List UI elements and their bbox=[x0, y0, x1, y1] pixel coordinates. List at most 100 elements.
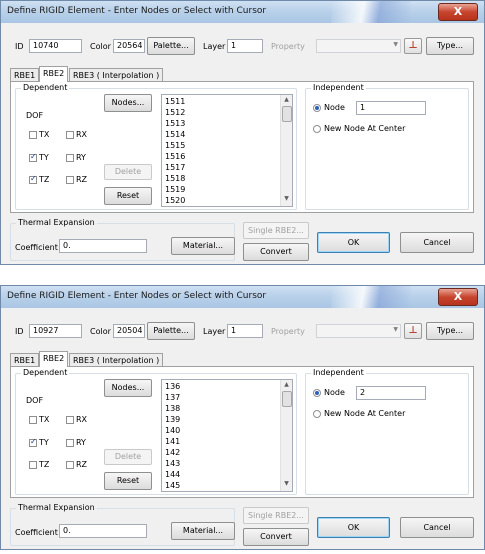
checkbox-ty[interactable]: TY bbox=[29, 152, 49, 162]
dof-label: DOF bbox=[26, 396, 44, 405]
list-item[interactable]: 1516 bbox=[165, 152, 185, 161]
nodes-button[interactable]: Nodes... bbox=[104, 379, 152, 397]
scroll-up-icon[interactable]: ▲ bbox=[281, 381, 292, 391]
list-item[interactable]: 1514 bbox=[165, 130, 185, 139]
new-node-at-center-radio[interactable]: New Node At Center bbox=[313, 124, 405, 133]
tab-rbe2[interactable]: RBE2 bbox=[39, 66, 69, 82]
single-rbe2-button[interactable]: Single RBE2... bbox=[243, 222, 309, 239]
tab-rbe3-interpolation[interactable]: RBE3 ( Interpolation ) bbox=[69, 68, 164, 82]
checkbox-rx[interactable]: RX bbox=[66, 415, 87, 424]
new-node-label: New Node At Center bbox=[324, 124, 406, 133]
single-rbe2-button[interactable]: Single RBE2... bbox=[243, 507, 309, 524]
list-item[interactable]: 144 bbox=[165, 470, 180, 479]
list-scrollbar[interactable]: ▲ ▼ bbox=[280, 380, 292, 491]
title-bar[interactable]: Define RIGID Element - Enter Nodes or Se… bbox=[1, 1, 484, 23]
cancel-button[interactable]: Cancel bbox=[400, 232, 474, 253]
ok-button[interactable]: OK bbox=[317, 232, 390, 253]
palette-button[interactable]: Palette... bbox=[147, 37, 195, 55]
thermal-expansion-label: Thermal Expansion bbox=[16, 503, 97, 512]
delete-button[interactable]: Delete bbox=[104, 164, 152, 180]
tab-rbe1[interactable]: RBE1 bbox=[10, 353, 40, 367]
independent-node-field[interactable]: 2 bbox=[356, 386, 426, 400]
ok-button[interactable]: OK bbox=[317, 517, 390, 538]
list-item[interactable]: 1513 bbox=[165, 119, 185, 128]
checkbox-ty[interactable]: TY bbox=[29, 437, 49, 447]
list-item[interactable]: 141 bbox=[165, 437, 180, 446]
node-radio[interactable]: Node bbox=[313, 103, 345, 112]
checkbox-rz[interactable]: RZ bbox=[66, 460, 87, 469]
material-button[interactable]: Material... bbox=[171, 237, 235, 255]
tab-rbe1[interactable]: RBE1 bbox=[10, 68, 40, 82]
dependent-node-list[interactable]: 136 137 138 139 140 141 142 143 144 145 … bbox=[161, 379, 293, 492]
list-item[interactable]: 139 bbox=[165, 415, 180, 424]
node-radio[interactable]: Node bbox=[313, 388, 345, 397]
dependent-node-list[interactable]: 1511 1512 1513 1514 1515 1516 1517 1518 … bbox=[161, 94, 293, 207]
list-item[interactable]: 1520 bbox=[165, 196, 185, 205]
tab-rbe3-interpolation[interactable]: RBE3 ( Interpolation ) bbox=[69, 353, 164, 367]
close-button[interactable]: X bbox=[438, 288, 478, 306]
checkbox-box bbox=[66, 130, 74, 139]
scroll-thumb[interactable] bbox=[282, 391, 292, 407]
convert-button[interactable]: Convert bbox=[243, 528, 309, 546]
close-button[interactable]: X bbox=[438, 3, 478, 21]
color-field[interactable]: 20564 bbox=[113, 39, 145, 53]
list-item[interactable]: 136 bbox=[165, 382, 180, 391]
tab-rbe2[interactable]: RBE2 bbox=[39, 351, 69, 367]
list-item[interactable]: 1511 bbox=[165, 97, 185, 106]
list-item[interactable]: 1515 bbox=[165, 141, 185, 150]
reset-button[interactable]: Reset bbox=[104, 472, 152, 490]
property-label: Property bbox=[271, 42, 305, 51]
scroll-down-icon[interactable]: ▼ bbox=[281, 195, 292, 205]
list-item[interactable]: 143 bbox=[165, 459, 180, 468]
cancel-button[interactable]: Cancel bbox=[400, 517, 474, 538]
type-button[interactable]: Type... bbox=[426, 37, 474, 55]
list-scrollbar[interactable]: ▲ ▼ bbox=[280, 95, 292, 206]
list-item[interactable]: 138 bbox=[165, 404, 180, 413]
palette-button[interactable]: Palette... bbox=[147, 322, 195, 340]
id-field[interactable]: 10740 bbox=[29, 39, 82, 53]
property-dropdown[interactable]: ▼ bbox=[316, 39, 401, 53]
list-item[interactable]: 140 bbox=[165, 426, 180, 435]
checkbox-ry[interactable]: RY bbox=[66, 438, 86, 447]
layer-field[interactable]: 1 bbox=[227, 39, 263, 53]
material-button[interactable]: Material... bbox=[171, 522, 235, 540]
color-field[interactable]: 20504 bbox=[113, 324, 145, 338]
convert-button[interactable]: Convert bbox=[243, 243, 309, 261]
layer-field[interactable]: 1 bbox=[227, 324, 263, 338]
independent-node-field[interactable]: 1 bbox=[356, 101, 426, 115]
nodes-button[interactable]: Nodes... bbox=[104, 94, 152, 112]
delete-button[interactable]: Delete bbox=[104, 449, 152, 465]
list-item[interactable]: 1519 bbox=[165, 185, 185, 194]
radio-dot bbox=[313, 124, 321, 133]
reset-button[interactable]: Reset bbox=[104, 187, 152, 205]
list-item[interactable]: 1512 bbox=[165, 108, 185, 117]
list-item[interactable]: 142 bbox=[165, 448, 180, 457]
rbe2-tab-panel: Dependent DOF Nodes... TX RX TY RY TZ RZ… bbox=[10, 366, 474, 498]
scroll-thumb[interactable] bbox=[282, 106, 292, 122]
checkbox-rx[interactable]: RX bbox=[66, 130, 87, 139]
property-dropdown[interactable]: ▼ bbox=[316, 324, 401, 338]
checkbox-tx[interactable]: TX bbox=[29, 130, 49, 139]
checkbox-tx[interactable]: TX bbox=[29, 415, 49, 424]
coefficient-field[interactable]: 0. bbox=[59, 239, 147, 253]
scroll-down-icon[interactable]: ▼ bbox=[281, 480, 292, 490]
id-label: ID bbox=[15, 42, 24, 51]
checkbox-box bbox=[29, 460, 37, 469]
id-field[interactable]: 10927 bbox=[29, 324, 82, 338]
pin-icon[interactable]: ⊥ bbox=[404, 38, 422, 54]
list-item[interactable]: 137 bbox=[165, 393, 180, 402]
checkbox-tz[interactable]: TZ bbox=[29, 460, 49, 469]
list-item[interactable]: 1518 bbox=[165, 174, 185, 183]
coefficient-field[interactable]: 0. bbox=[59, 524, 147, 538]
checkbox-label: RZ bbox=[76, 175, 88, 184]
scroll-up-icon[interactable]: ▲ bbox=[281, 96, 292, 106]
checkbox-rz[interactable]: RZ bbox=[66, 175, 87, 184]
list-item[interactable]: 1517 bbox=[165, 163, 185, 172]
checkbox-ry[interactable]: RY bbox=[66, 153, 86, 162]
type-button[interactable]: Type... bbox=[426, 322, 474, 340]
pin-icon[interactable]: ⊥ bbox=[404, 323, 422, 339]
checkbox-tz[interactable]: TZ bbox=[29, 174, 49, 184]
list-item[interactable]: 145 bbox=[165, 481, 180, 490]
new-node-at-center-radio[interactable]: New Node At Center bbox=[313, 409, 405, 418]
title-bar[interactable]: Define RIGID Element - Enter Nodes or Se… bbox=[1, 286, 484, 308]
